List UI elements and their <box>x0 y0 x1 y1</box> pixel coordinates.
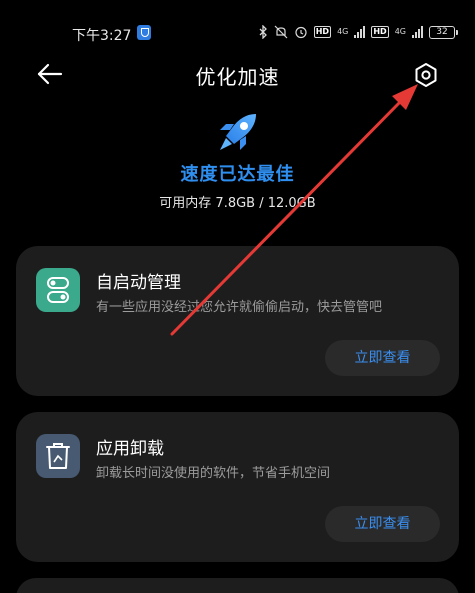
status-icons: HD 4G HD 4G 32 <box>258 24 458 40</box>
available-memory: 可用内存 7.8GB / 12.0GB <box>159 196 316 211</box>
gear-icon <box>415 63 437 87</box>
card-title: 自启动管理 <box>96 273 181 293</box>
security-shield-icon <box>137 25 151 40</box>
status-time: 下午3:27 <box>72 28 132 44</box>
app-uninstall-card[interactable]: 应用卸载 卸载长时间没使用的软件，节省手机空间 立即查看 <box>16 412 459 562</box>
status-bar: 下午3:27 HD 4G HD 4G 32 <box>0 0 475 44</box>
autostart-management-card[interactable]: 自启动管理 有一些应用没经过您允许就偷偷启动，快去管管吧 立即查看 <box>16 246 459 396</box>
network-type-2: 4G <box>394 27 406 36</box>
rocket-icon <box>212 106 264 158</box>
hd-badge: HD <box>313 26 332 38</box>
optimize-speed-screen: 下午3:27 HD 4G HD 4G 32 优化加速 速度已达最佳 可用内存 7… <box>0 0 475 593</box>
hd-badge-2: HD <box>371 26 389 38</box>
network-type: 4G <box>337 27 349 36</box>
next-card[interactable] <box>16 578 459 593</box>
speed-status-headline: 速度已达最佳 <box>180 164 295 185</box>
bluetooth-icon <box>259 25 267 39</box>
mute-icon <box>274 25 288 39</box>
settings-button[interactable] <box>412 61 440 89</box>
view-now-button[interactable]: 立即查看 <box>325 340 440 376</box>
page-title: 优化加速 <box>195 65 280 89</box>
card-title: 应用卸载 <box>96 439 164 459</box>
uninstall-icon <box>36 434 80 478</box>
alarm-icon <box>295 26 307 39</box>
view-now-button[interactable]: 立即查看 <box>325 506 440 542</box>
card-description: 有一些应用没经过您允许就偷偷启动，快去管管吧 <box>96 300 383 315</box>
autostart-icon <box>36 268 80 312</box>
signal-strength-icon-2 <box>412 26 423 38</box>
battery-indicator: 32 <box>429 25 458 39</box>
signal-strength-icon <box>354 26 366 38</box>
card-description: 卸载长时间没使用的软件，节省手机空间 <box>96 466 331 481</box>
